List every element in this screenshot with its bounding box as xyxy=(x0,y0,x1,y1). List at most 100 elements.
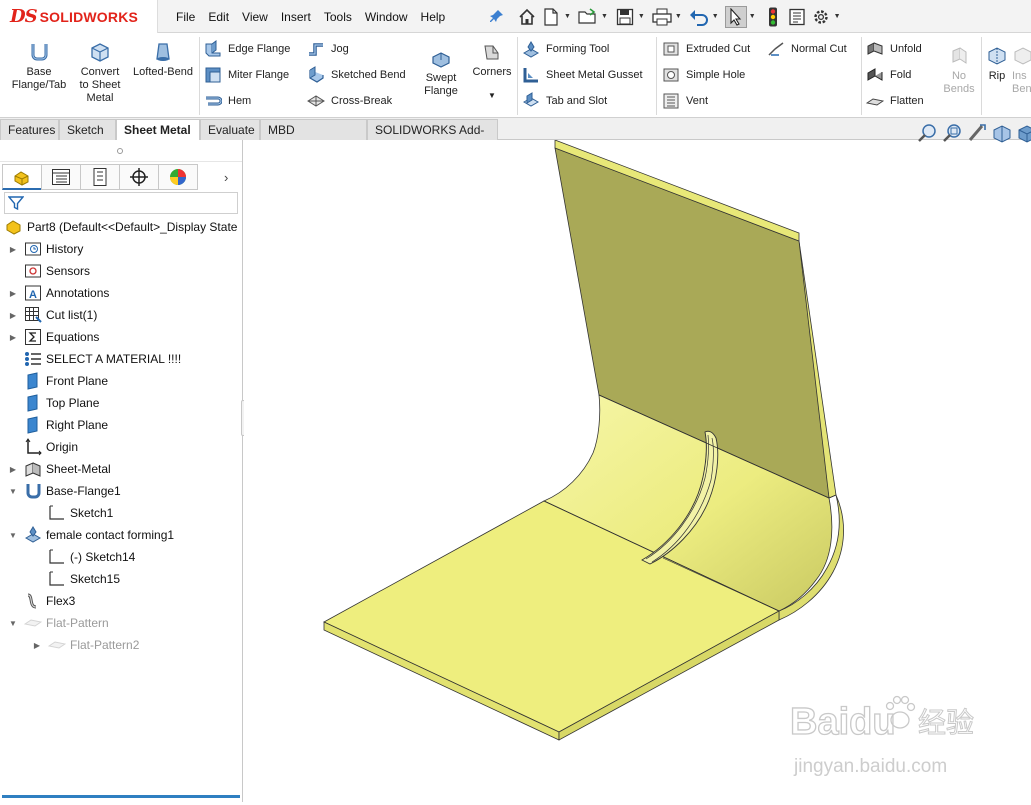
expand-arrow-icon[interactable]: ▶ xyxy=(8,289,18,298)
tree-item[interactable]: ▶ Sheet-Metal xyxy=(0,458,240,480)
tree-item[interactable]: SELECT A MATERIAL !!!! xyxy=(0,348,240,370)
save-icon[interactable] xyxy=(614,6,636,28)
flatten-button[interactable]: Flatten xyxy=(866,90,924,112)
menu-window[interactable]: Window xyxy=(365,10,408,24)
tree-item[interactable]: ▶ A Annotations xyxy=(0,282,240,304)
tree-item[interactable]: Sensors xyxy=(0,260,240,282)
select-dropdown-icon[interactable]: ▼ xyxy=(749,13,756,20)
configuration-manager-tab[interactable] xyxy=(80,164,120,190)
tree-item[interactable]: Top Plane xyxy=(0,392,240,414)
collapse-arrow-icon[interactable]: ▼ xyxy=(8,487,18,496)
normal-cut-button[interactable]: Normal Cut xyxy=(767,38,847,60)
tab-evaluate[interactable]: Evaluate xyxy=(200,119,260,140)
tree-item[interactable]: Front Plane xyxy=(0,370,240,392)
fold-button[interactable]: Fold xyxy=(866,64,911,86)
swept-flange-button[interactable]: Swept Flange xyxy=(416,47,466,98)
menu-view[interactable]: View xyxy=(242,10,268,24)
tab-solidworks-add-ins[interactable]: SOLIDWORKS Add-Ins xyxy=(367,119,498,157)
no-bends-button[interactable]: No Bends xyxy=(938,45,980,96)
cross-break-button[interactable]: Cross-Break xyxy=(307,90,392,112)
forming-tool-button[interactable]: Forming Tool xyxy=(522,38,609,60)
new-document-icon[interactable] xyxy=(540,6,562,28)
sheet-metal-gusset-button[interactable]: Sheet Metal Gusset xyxy=(522,64,643,86)
print-dropdown-icon[interactable]: ▼ xyxy=(675,13,682,20)
miter-flange-button[interactable]: Miter Flange xyxy=(204,64,289,86)
new-dropdown-icon[interactable]: ▼ xyxy=(564,13,571,20)
file-properties-icon[interactable] xyxy=(786,6,808,28)
tree-root-part[interactable]: Part8 (Default<<Default>_Display State xyxy=(0,216,240,238)
tree-item[interactable]: ▼ Base-Flange1 xyxy=(0,480,240,502)
tree-item[interactable]: Origin xyxy=(0,436,240,458)
tree-item[interactable]: (-) Sketch14 xyxy=(0,546,240,568)
corners-button[interactable]: Corners ▼ xyxy=(468,41,516,102)
menu-edit[interactable]: Edit xyxy=(208,10,229,24)
collapse-arrow-icon[interactable]: ▼ xyxy=(8,619,18,628)
undo-dropdown-icon[interactable]: ▼ xyxy=(712,13,719,20)
select-icon[interactable] xyxy=(724,5,747,28)
tab-and-slot-button[interactable]: Tab and Slot xyxy=(522,90,607,112)
convert-to-sheet-metal-button[interactable]: Convert to Sheet Metal xyxy=(72,41,128,105)
rollback-bar[interactable] xyxy=(2,795,240,798)
zoom-area-icon[interactable] xyxy=(941,122,963,144)
tree-filter[interactable] xyxy=(4,192,238,214)
tree-item[interactable]: ▼ Flat-Pattern xyxy=(0,612,240,634)
section-view-icon[interactable] xyxy=(991,122,1013,144)
simple-hole-button[interactable]: Simple Hole xyxy=(662,64,745,86)
corners-dropdown-icon[interactable]: ▼ xyxy=(468,89,516,102)
tab-features[interactable]: Features xyxy=(0,119,59,140)
rip-button[interactable]: Rip xyxy=(984,45,1010,83)
expand-arrow-icon[interactable]: ▶ xyxy=(8,465,18,474)
zoom-to-fit-icon[interactable] xyxy=(916,122,938,144)
options-dropdown-icon[interactable]: ▼ xyxy=(834,13,841,20)
tree-item[interactable]: Flex3 xyxy=(0,590,240,612)
hem-button[interactable]: Hem xyxy=(204,90,251,112)
menu-insert[interactable]: Insert xyxy=(281,10,311,24)
save-dropdown-icon[interactable]: ▼ xyxy=(638,13,645,20)
dimxpert-manager-tab[interactable] xyxy=(119,164,159,190)
tree-item[interactable]: ▶ Cut list(1) xyxy=(0,304,240,326)
menu-help[interactable]: Help xyxy=(421,10,446,24)
tab-mbd-dimensions[interactable]: MBD Dimensions xyxy=(260,119,367,157)
open-dropdown-icon[interactable]: ▼ xyxy=(601,13,608,20)
tree-item[interactable]: Sketch15 xyxy=(0,568,240,590)
jog-button[interactable]: Jog xyxy=(307,38,349,60)
sketched-bend-button[interactable]: Sketched Bend xyxy=(307,64,406,86)
insert-bends-button[interactable]: Ins Ben xyxy=(1012,45,1031,96)
expand-arrow-icon[interactable]: ▶ xyxy=(8,311,18,320)
collapse-handle-icon[interactable] xyxy=(117,148,123,154)
tab-sketch[interactable]: Sketch xyxy=(59,119,116,140)
edge-flange-button[interactable]: Edge Flange xyxy=(204,38,290,60)
unfold-button[interactable]: Unfold xyxy=(866,38,922,60)
tree-item[interactable]: Sketch1 xyxy=(0,502,240,524)
home-icon[interactable] xyxy=(516,6,538,28)
tree-item[interactable]: ▶ Equations xyxy=(0,326,240,348)
display-manager-tab[interactable] xyxy=(158,164,198,190)
extruded-cut-button[interactable]: Extruded Cut xyxy=(662,38,750,60)
solidworks-logo[interactable]: DS SOLIDWORKS xyxy=(0,0,158,33)
menu-tools[interactable]: Tools xyxy=(324,10,352,24)
property-manager-tab[interactable] xyxy=(41,164,81,190)
view-orientation-icon[interactable] xyxy=(1016,122,1031,144)
options-icon[interactable] xyxy=(810,6,832,28)
rebuild-icon[interactable] xyxy=(762,6,784,28)
print-icon[interactable] xyxy=(651,6,673,28)
tree-item[interactable]: Right Plane xyxy=(0,414,240,436)
expand-arrow-icon[interactable]: ▶ xyxy=(8,245,18,254)
tree-item[interactable]: ▶ Flat-Pattern2 xyxy=(0,634,240,656)
lofted-bend-button[interactable]: Lofted-Bend xyxy=(128,41,198,79)
tree-item[interactable]: ▼ female contact forming1 xyxy=(0,524,240,546)
more-tabs-chevron-icon[interactable]: › xyxy=(224,170,228,185)
tree-item[interactable]: ▶ History xyxy=(0,238,240,260)
pin-menu-icon[interactable] xyxy=(490,9,504,23)
collapse-arrow-icon[interactable]: ▼ xyxy=(8,531,18,540)
expand-arrow-icon[interactable]: ▶ xyxy=(32,641,42,650)
undo-icon[interactable] xyxy=(688,6,710,28)
vent-button[interactable]: Vent xyxy=(662,90,708,112)
tab-sheet-metal[interactable]: Sheet Metal xyxy=(116,119,200,141)
open-icon[interactable] xyxy=(577,6,599,28)
base-flange-button[interactable]: Base Flange/Tab xyxy=(8,41,70,92)
expand-arrow-icon[interactable]: ▶ xyxy=(8,333,18,342)
feature-manager-tab[interactable] xyxy=(2,164,42,190)
previous-view-icon[interactable] xyxy=(966,122,988,144)
menu-file[interactable]: File xyxy=(176,10,195,24)
